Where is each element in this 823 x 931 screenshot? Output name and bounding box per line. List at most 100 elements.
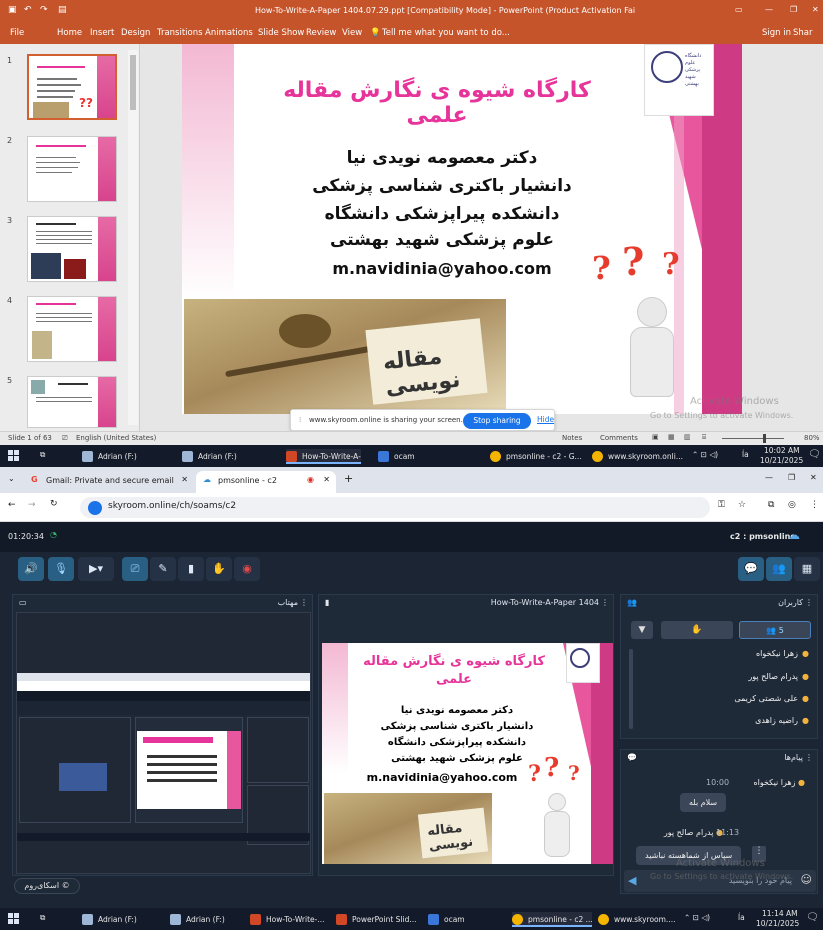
windows-start-icon[interactable] — [8, 450, 20, 462]
tab-design[interactable]: Design — [121, 28, 150, 38]
slide-thumbnail-4[interactable] — [27, 296, 117, 362]
taskbar-explorer-2[interactable]: Adrian (F:) — [170, 912, 242, 927]
filter-icon[interactable]: ▼ — [631, 621, 653, 639]
screen-share-button[interactable]: ⎚ — [122, 557, 148, 581]
hide-link[interactable]: Hide — [537, 415, 554, 424]
language-indicator[interactable]: ĺa — [738, 913, 745, 922]
notification-icon[interactable]: 🗨 — [806, 912, 819, 923]
reload-icon[interactable]: ↻ — [50, 499, 58, 509]
reading-view-icon[interactable]: ▥ — [684, 433, 691, 441]
forward-icon[interactable]: → — [28, 500, 36, 510]
comments-toggle[interactable]: Comments — [600, 434, 638, 442]
users-scrollbar[interactable] — [629, 649, 633, 729]
tab-pmsonline[interactable]: ☁ pmsonline - c2 ◉ ✕ — [196, 471, 336, 493]
profile-icon[interactable]: ◎ — [788, 500, 796, 510]
camera-button[interactable]: ▶▾ — [78, 557, 114, 581]
sorter-view-icon[interactable]: ▦ — [668, 433, 675, 441]
tab-transitions[interactable]: Transitions — [157, 28, 203, 38]
tell-me-box[interactable]: Tell me what you want to do... — [382, 28, 510, 38]
zoom-slider-thumb[interactable] — [763, 434, 766, 443]
taskbar-ocam[interactable]: ocam — [428, 912, 478, 927]
thumbnail-scrollbar[interactable] — [128, 50, 138, 425]
slideshow-icon[interactable]: ▤ — [58, 5, 67, 15]
taskbar-explorer-2[interactable]: Adrian (F:) — [182, 449, 262, 464]
tab-view[interactable]: View — [342, 28, 362, 38]
windows-start-icon[interactable] — [8, 913, 20, 925]
close-tab-icon[interactable]: ✕ — [323, 475, 330, 484]
minimize-icon[interactable]: — — [765, 5, 773, 14]
zoom-level[interactable]: 80% — [804, 434, 820, 442]
notes-toggle[interactable]: Notes — [562, 434, 582, 442]
tray-icons[interactable]: ⌃ ⊡ ◁) — [684, 913, 710, 922]
slide-thumbnail-1[interactable]: ?? — [27, 54, 117, 120]
speaker-button[interactable]: 🔊 — [18, 557, 44, 581]
maximize-icon[interactable]: ❐ — [788, 473, 795, 482]
new-tab-button[interactable]: + — [344, 472, 353, 485]
stop-sharing-button[interactable]: Stop sharing — [463, 413, 531, 429]
clock-date[interactable]: 10/21/2025 — [756, 919, 799, 928]
layout-grid-button[interactable]: ▦ — [794, 557, 820, 581]
drag-handle-icon[interactable]: ⁞ — [299, 416, 301, 424]
close-icon[interactable]: ✕ — [810, 473, 817, 482]
notification-icon[interactable]: 🗨 — [808, 449, 821, 460]
taskbar-chrome-2[interactable]: www.skyroom.... — [598, 912, 678, 927]
file-button[interactable]: ▮ — [178, 557, 204, 581]
tab-animations[interactable]: Animations — [205, 28, 253, 38]
task-view-icon[interactable]: ⧉ — [40, 450, 45, 460]
minimize-icon[interactable]: — — [765, 473, 773, 482]
key-icon[interactable]: ⚿ — [718, 500, 725, 510]
sign-in-link[interactable]: Sign in — [762, 28, 791, 38]
user-row[interactable]: زهرا نیکخواه ● — [756, 649, 809, 662]
users-toggle-button[interactable]: 👥 — [766, 557, 792, 581]
taskbar-chrome-1[interactable]: pmsonline - c2 - G... — [490, 449, 582, 464]
chrome-menu-icon[interactable]: ⋮ — [810, 500, 819, 510]
record-button[interactable]: ◉ — [234, 557, 260, 581]
taskbar-powerpoint[interactable]: How-To-Write-A-P... — [286, 449, 361, 464]
save-icon[interactable]: ▣ — [8, 5, 17, 15]
slide-thumbnail-5[interactable] — [27, 376, 117, 428]
clock-date[interactable]: 10/21/2025 — [760, 456, 803, 465]
user-row[interactable]: پدرام صالح پور ● — [748, 672, 809, 685]
site-info-icon[interactable] — [88, 501, 102, 515]
language-indicator[interactable]: ĺa — [742, 450, 749, 459]
tab-home[interactable]: Home — [57, 28, 82, 38]
send-icon[interactable]: ◀ — [628, 874, 636, 887]
chat-toggle-button[interactable]: 💬 — [738, 557, 764, 581]
task-view-icon[interactable]: ⧉ — [40, 913, 45, 923]
user-row[interactable]: علی شصتی کریمی ● — [734, 694, 809, 707]
panel-menu-icon[interactable]: ⋮ — [805, 753, 813, 762]
url-text[interactable]: skyroom.online/ch/soams/c2 — [108, 501, 236, 511]
tab-file[interactable]: File — [10, 28, 24, 38]
undo-icon[interactable]: ↶ — [24, 5, 32, 15]
back-icon[interactable]: ← — [8, 500, 16, 510]
close-icon[interactable]: ✕ — [812, 5, 819, 14]
share-button[interactable]: Shar — [793, 28, 813, 38]
maximize-icon[interactable]: ❐ — [790, 5, 797, 14]
raised-hands-filter[interactable]: ✋ — [661, 621, 733, 639]
whiteboard-button[interactable]: ✎ — [150, 557, 176, 581]
tray-icons[interactable]: ⌃ ⊡ ◁) — [692, 450, 718, 459]
raise-hand-button[interactable]: ✋ — [206, 557, 232, 581]
taskbar-chrome-1[interactable]: pmsonline - c2 ... — [512, 912, 592, 927]
tab-slide-show[interactable]: Slide Show — [258, 28, 304, 38]
redo-icon[interactable]: ↷ — [40, 5, 48, 15]
tab-insert[interactable]: Insert — [90, 28, 114, 38]
tab-review[interactable]: Review — [306, 28, 336, 38]
panel-menu-icon[interactable]: ⋮ — [805, 598, 813, 607]
slide-thumbnail-3[interactable] — [27, 216, 117, 282]
language-indicator[interactable]: English (United States) — [76, 434, 156, 442]
address-bar[interactable]: skyroom.online/ch/soams/c2 — [80, 497, 710, 518]
close-tab-icon[interactable]: ✕ — [181, 475, 188, 484]
users-count-badge[interactable]: 👥 5 — [739, 621, 811, 639]
user-row[interactable]: راضیه زاهدی ● — [755, 716, 809, 729]
taskbar-powerpoint[interactable]: How-To-Write-... — [250, 912, 328, 927]
slide-thumbnail-2[interactable] — [27, 136, 117, 202]
slideshow-view-icon[interactable]: ⌸ — [702, 433, 706, 442]
panel-menu-icon[interactable]: ⋮ — [300, 598, 308, 607]
spellcheck-icon[interactable]: ⎚ — [62, 434, 68, 443]
tab-search-icon[interactable]: ⌄ — [8, 474, 15, 483]
taskbar-explorer-1[interactable]: Adrian (F:) — [82, 912, 162, 927]
taskbar-ocam[interactable]: ocam — [378, 449, 438, 464]
taskbar-chrome-2[interactable]: www.skyroom.onli... — [592, 449, 684, 464]
extensions-icon[interactable]: ⧉ — [768, 500, 774, 510]
